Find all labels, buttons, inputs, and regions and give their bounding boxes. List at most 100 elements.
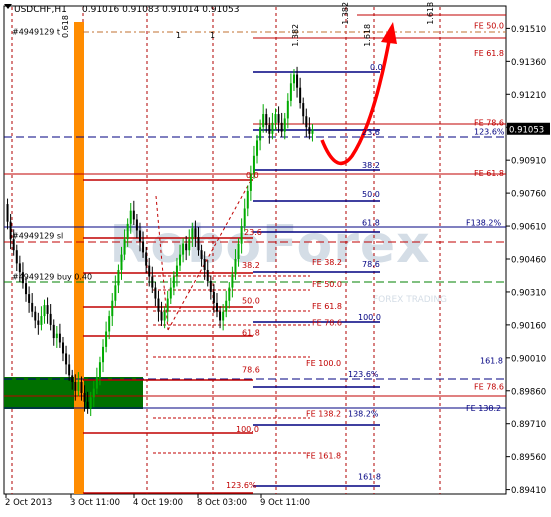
- level-label: 23.6: [244, 228, 262, 237]
- candle-body: [194, 228, 197, 238]
- x-tick-label: 8 Oct 03:00: [197, 498, 247, 508]
- candle-body: [154, 287, 157, 299]
- candle-body: [114, 285, 117, 301]
- candle-body: [61, 342, 64, 354]
- candle-body: [283, 118, 286, 132]
- level-label: FE 50.0: [474, 22, 504, 31]
- level-label: 61.8: [362, 218, 380, 227]
- candle-body: [68, 364, 71, 376]
- candle-body: [92, 388, 95, 398]
- y-tick-label: 0.91210: [511, 91, 546, 101]
- y-tick-label: 0.89860: [511, 387, 546, 397]
- level-label: #4949129 sl: [12, 232, 63, 241]
- level-label: FE 50.0: [312, 280, 342, 289]
- level-label: F138.2%: [466, 218, 502, 227]
- level-label: 123.6%: [226, 481, 257, 490]
- level-label: FE 61.8: [312, 302, 342, 311]
- level-label: FE 61.8: [474, 169, 504, 178]
- candle-body: [222, 311, 225, 321]
- candle-body: [95, 377, 98, 389]
- candle-body: [102, 346, 105, 363]
- level-label: 100.0: [358, 313, 381, 322]
- candle-body: [197, 237, 200, 251]
- candle-body: [55, 333, 58, 339]
- candle-body: [120, 254, 123, 270]
- level-label: 123.6%: [348, 370, 379, 379]
- candle-body: [185, 243, 188, 251]
- candle-body: [296, 74, 299, 88]
- target-zone-green: [4, 377, 143, 409]
- candle-body: [40, 316, 43, 325]
- candle-body: [83, 392, 86, 402]
- y-tick-label: 0.90010: [511, 354, 546, 364]
- level-label: FE 61.8: [474, 49, 504, 58]
- candle-body: [138, 230, 141, 242]
- candle-body: [108, 316, 111, 332]
- candle-body: [18, 263, 21, 273]
- candle-body: [286, 100, 289, 119]
- level-label: 161.8: [358, 472, 381, 481]
- x-tick-label: 2 Oct 2013: [5, 498, 52, 508]
- candle-body: [89, 397, 92, 409]
- ohlc-values: 0.91016 0.91083 0.91014 0.91053: [82, 5, 239, 15]
- candle-body: [274, 114, 277, 123]
- candle-body: [132, 210, 135, 220]
- y-tick-label: 0.89710: [511, 420, 546, 430]
- candle-body: [169, 287, 172, 299]
- candle-body: [308, 127, 311, 134]
- candle-body: [237, 243, 240, 259]
- candle-body: [240, 226, 243, 244]
- level-label: FE 38.2: [312, 258, 342, 267]
- level-label: FE 138.2: [466, 404, 501, 413]
- candle-body: [225, 300, 228, 312]
- candle-body: [52, 324, 55, 339]
- candle-body: [271, 122, 274, 134]
- candle-body: [209, 280, 212, 292]
- level-label: 50.0: [362, 190, 380, 199]
- level-label: 1.382: [341, 2, 350, 25]
- level-label: 1.382: [291, 24, 300, 47]
- candle-body: [182, 243, 185, 255]
- level-label: 61.8: [242, 328, 260, 337]
- candle-body: [117, 269, 120, 286]
- candle-body: [206, 269, 209, 281]
- candle-body: [203, 259, 206, 270]
- candle-body: [129, 210, 132, 224]
- candle-body: [142, 241, 145, 253]
- candle-body: [6, 204, 9, 222]
- candle-body: [135, 219, 138, 231]
- candle-body: [12, 239, 15, 251]
- y-tick-label: 0.90760: [511, 190, 546, 200]
- candle-body: [265, 114, 268, 126]
- candle-body: [80, 381, 83, 393]
- y-tick-label: 0.90610: [511, 223, 546, 233]
- y-tick-label: 0.90460: [511, 256, 546, 266]
- candle-body: [302, 103, 305, 117]
- level-label: #4949129 buy 0.40: [12, 272, 92, 281]
- candle-body: [262, 114, 265, 128]
- current-price-label: 0.91053: [509, 125, 544, 135]
- level-label: 23.6: [362, 128, 380, 137]
- level-label: FE 100.0: [306, 359, 341, 368]
- level-label: 0.0: [246, 171, 259, 180]
- candle-body: [299, 87, 302, 104]
- candle-body: [105, 331, 108, 347]
- watermark-tagline: FOREX TRADING: [373, 295, 447, 305]
- candle-body: [166, 298, 169, 312]
- candle-body: [188, 239, 191, 251]
- candle-body: [123, 239, 126, 255]
- x-tick-label: 3 Oct 11:00: [70, 498, 120, 508]
- candle-body: [31, 302, 34, 312]
- candle-body: [234, 259, 237, 275]
- candle-body: [277, 114, 280, 123]
- candle-body: [191, 228, 194, 240]
- candle-body: [58, 333, 61, 343]
- candle-body: [126, 223, 129, 240]
- level-label: #4949129 t: [12, 27, 60, 36]
- candle-body: [305, 116, 308, 128]
- candle-body: [28, 294, 31, 303]
- candle-body: [77, 381, 80, 391]
- candle-body: [200, 250, 203, 259]
- candle-body: [43, 305, 46, 317]
- candle-body: [111, 300, 114, 317]
